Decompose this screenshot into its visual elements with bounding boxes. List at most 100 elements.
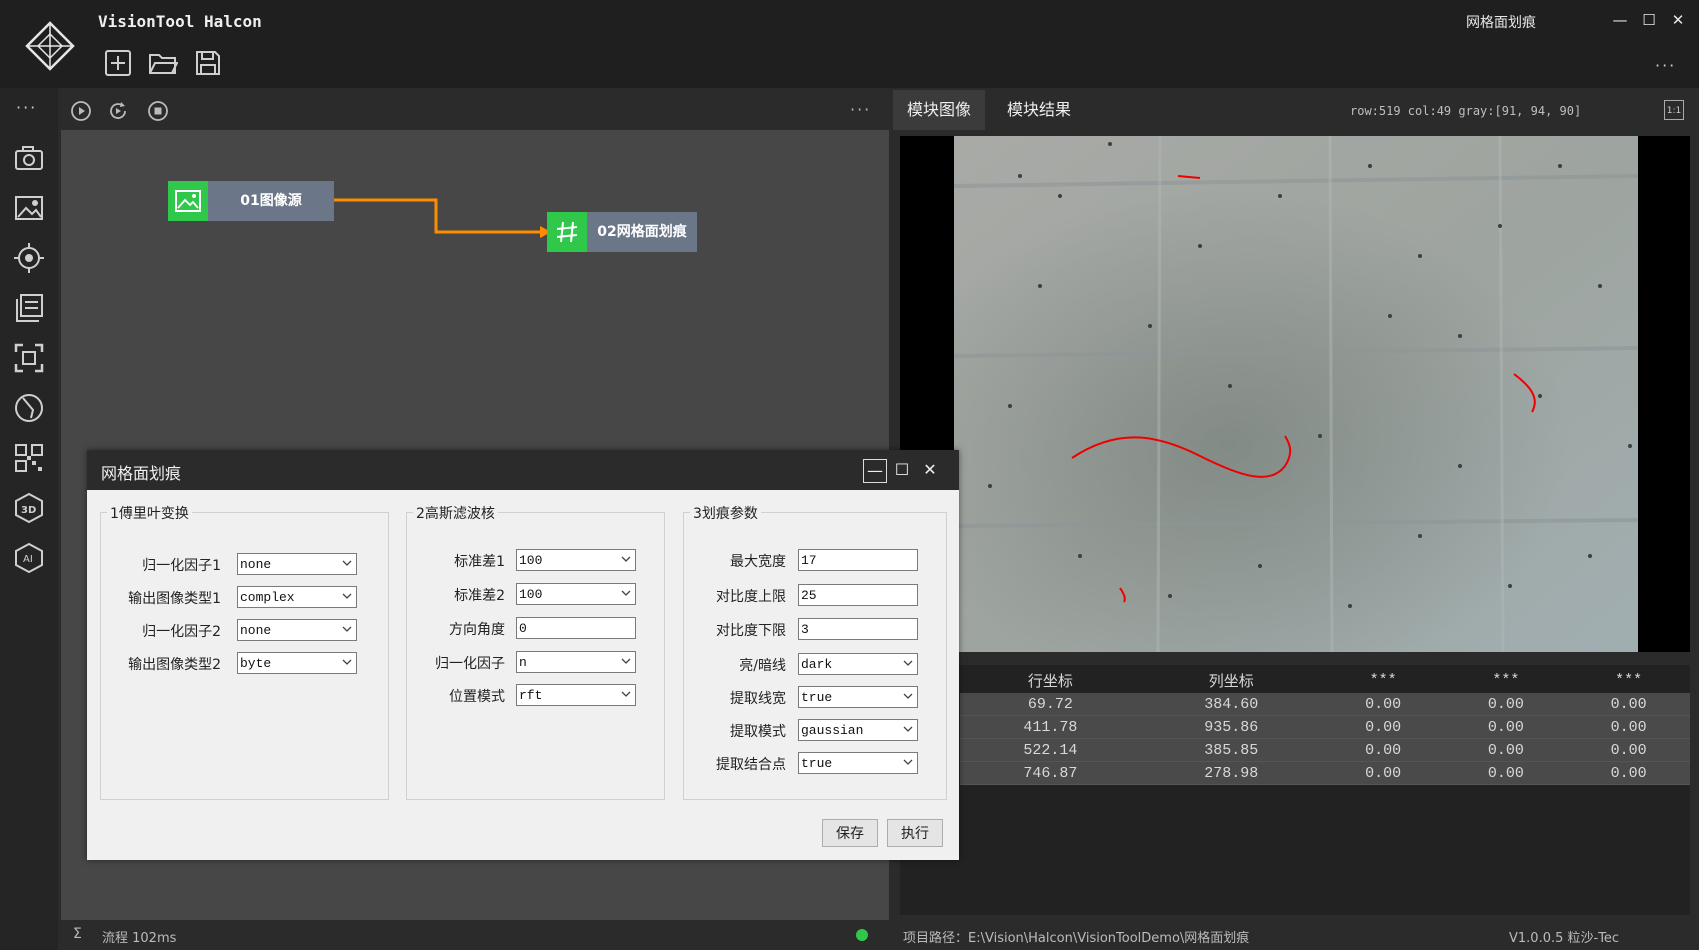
3d-icon[interactable]: 3D <box>13 492 45 524</box>
chevron-down-icon <box>903 759 913 765</box>
field-label: 提取线宽 <box>730 691 786 707</box>
fit-ratio-icon[interactable]: 1:1 <box>1664 100 1684 120</box>
more-menu-icon[interactable]: ··· <box>1655 56 1676 75</box>
chevron-down-icon <box>621 556 631 562</box>
output-type-2-select[interactable]: byte <box>237 652 357 674</box>
column-header: *** <box>1492 671 1520 689</box>
field-label: 输出图像类型2 <box>128 657 221 673</box>
loop-run-icon[interactable] <box>107 100 129 122</box>
table-cell: 411.78 <box>960 715 1141 739</box>
dialog-minimize-button[interactable]: — <box>863 459 887 483</box>
table-row[interactable]: 69.72 384.60 0.00 0.00 0.00 <box>960 693 1690 716</box>
field-label: 标准差1 <box>454 554 505 570</box>
table-cell: 384.60 <box>1140 693 1322 716</box>
extract-width-select[interactable]: true <box>798 686 918 708</box>
flow-time: 流程 102ms <box>102 931 177 946</box>
focus-icon[interactable] <box>13 342 45 374</box>
table-row[interactable]: 522.14 385.85 0.00 0.00 0.00 <box>960 738 1690 762</box>
select-value: true <box>801 690 833 705</box>
run-button[interactable]: 执行 <box>887 819 943 847</box>
position-mode-select[interactable]: rft <box>516 684 636 706</box>
chevron-down-icon <box>342 626 352 632</box>
sigma-1-select[interactable]: 100 <box>516 549 636 571</box>
contrast-high-input[interactable]: 25 <box>798 584 918 606</box>
group-scratch-params: 3划痕参数 最大宽度 17 对比度上限 25 对比度下限 3 亮/暗线 dark… <box>683 503 947 800</box>
field-label: 输出图像类型1 <box>128 591 221 607</box>
dialog-title: 网格面划痕 <box>101 464 182 483</box>
svg-text:AI: AI <box>23 554 33 565</box>
open-folder-icon[interactable] <box>148 48 178 78</box>
flow-more-icon[interactable]: ··· <box>850 100 871 119</box>
table-cell: 69.72 <box>960 693 1141 716</box>
table-cell: 0.00 <box>1444 693 1568 716</box>
save-button[interactable]: 保存 <box>822 819 878 847</box>
maximize-button[interactable]: ☐ <box>1637 10 1661 30</box>
pixel-readout: row:519 col:49 gray:[91, 94, 90] <box>1350 104 1582 118</box>
stop-icon[interactable] <box>147 100 169 122</box>
contrast-low-input[interactable]: 3 <box>798 618 918 640</box>
target-icon[interactable] <box>13 242 45 274</box>
field-label: 对比度上限 <box>716 589 786 605</box>
angle-input[interactable]: 0 <box>516 617 636 639</box>
svg-text:3D: 3D <box>21 505 36 516</box>
table-cell: 0.00 <box>1444 761 1568 785</box>
table-cell: 0.00 <box>1321 715 1445 739</box>
extract-junctions-select[interactable]: true <box>798 752 918 774</box>
sigma-2-select[interactable]: 100 <box>516 583 636 605</box>
table-row[interactable]: 411.78 935.86 0.00 0.00 0.00 <box>960 715 1690 739</box>
image-settings-icon[interactable] <box>13 192 45 224</box>
save-icon[interactable] <box>193 48 223 78</box>
minimize-button[interactable]: — <box>1608 10 1632 30</box>
table-cell: 385.85 <box>1140 738 1322 762</box>
chevron-down-icon <box>621 590 631 596</box>
image-viewer[interactable] <box>900 136 1690 652</box>
camera-icon[interactable] <box>13 142 45 174</box>
close-button[interactable]: ✕ <box>1666 10 1690 30</box>
group-title: 3划痕参数 <box>690 503 761 523</box>
field-label: 归一化因子 <box>435 656 505 672</box>
select-value: true <box>801 756 833 771</box>
group-title: 1傅里叶变换 <box>107 503 192 523</box>
qr-code-icon[interactable] <box>13 442 45 474</box>
table-cell: 0.00 <box>1567 715 1690 739</box>
measure-icon[interactable] <box>13 392 45 424</box>
column-header: 行坐标 <box>1027 673 1073 691</box>
grid-icon <box>547 212 587 252</box>
light-dark-select[interactable]: dark <box>798 653 918 675</box>
table-row[interactable]: 746.87 278.98 0.00 0.00 0.00 <box>960 761 1690 785</box>
tab-module-image[interactable]: 模块图像 <box>893 90 986 130</box>
ai-icon[interactable]: AI <box>13 542 45 574</box>
norm-factor-2-select[interactable]: none <box>237 619 357 641</box>
select-value: 100 <box>519 587 543 602</box>
extract-mode-select[interactable]: gaussian <box>798 719 918 741</box>
table-cell: 0.00 <box>1444 715 1568 739</box>
layers-icon[interactable] <box>13 292 45 324</box>
norm-factor-select[interactable]: n <box>516 651 636 673</box>
new-file-icon[interactable] <box>103 48 133 78</box>
tab-module-result[interactable]: 模块结果 <box>993 90 1085 130</box>
column-header: *** <box>1615 671 1643 689</box>
node-label: 02网格面划痕 <box>587 212 697 252</box>
node-label: 01图像源 <box>208 181 334 221</box>
status-dot <box>856 929 868 941</box>
select-value: byte <box>240 656 272 671</box>
chevron-down-icon <box>903 660 913 666</box>
dialog-close-button[interactable]: ✕ <box>919 459 941 481</box>
chevron-down-icon <box>342 593 352 599</box>
group-fft: 1傅里叶变换 归一化因子1 none 输出图像类型1 complex 归一化因子… <box>100 503 389 800</box>
flow-toolbar <box>61 90 889 130</box>
flow-node-image-source[interactable]: 01图像源 <box>168 181 334 221</box>
output-type-1-select[interactable]: complex <box>237 586 357 608</box>
field-label: 位置模式 <box>449 689 505 705</box>
flow-node-grid-scratch[interactable]: 02网格面划痕 <box>547 212 697 252</box>
sidebar-more-icon[interactable]: ··· <box>16 98 37 117</box>
run-icon[interactable] <box>70 100 92 122</box>
dialog-header <box>87 450 959 490</box>
field-label: 最大宽度 <box>730 554 786 570</box>
window-title: 网格面划痕 <box>1466 15 1536 31</box>
version-label: V1.0.0.5 粒沙-Tec <box>1509 931 1620 946</box>
dialog-maximize-button[interactable]: ☐ <box>891 459 913 481</box>
max-width-input[interactable]: 17 <box>798 549 918 571</box>
sum-icon: Σ <box>73 926 82 942</box>
norm-factor-1-select[interactable]: none <box>237 553 357 575</box>
